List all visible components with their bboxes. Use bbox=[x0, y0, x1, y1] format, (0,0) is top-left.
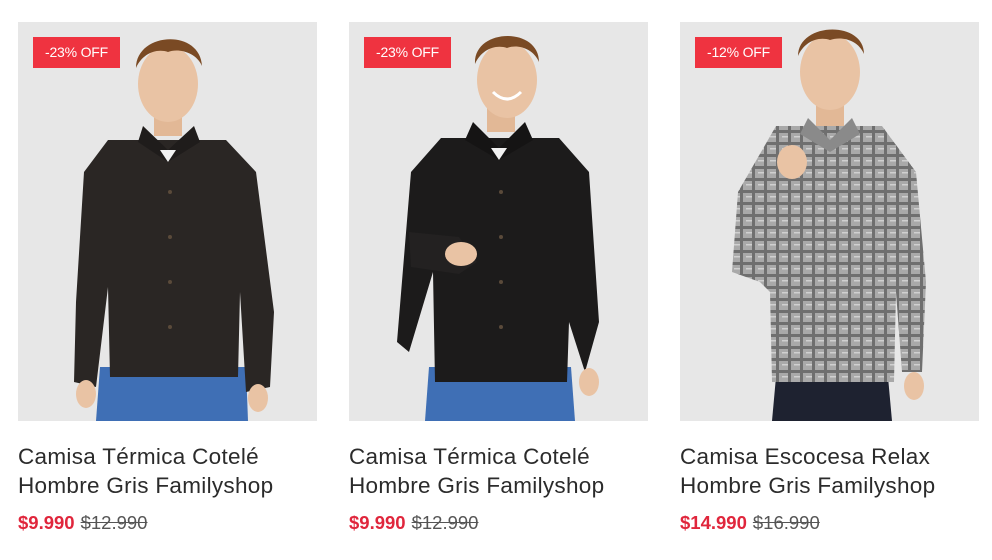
product-image[interactable]: -12% OFF bbox=[680, 22, 979, 421]
product-title-line: Camisa Térmica Cotelé bbox=[349, 444, 590, 469]
product-image[interactable]: -23% OFF bbox=[18, 22, 317, 421]
product-grid: -23% OFF Camisa Térmica Cotelé Hombre Gr… bbox=[18, 22, 980, 552]
product-image[interactable]: -23% OFF bbox=[349, 22, 648, 421]
original-price: $12.990 bbox=[80, 512, 148, 533]
model-photo bbox=[74, 39, 274, 421]
model-photo bbox=[732, 29, 926, 421]
product-title-line: Camisa Térmica Cotelé bbox=[18, 444, 259, 469]
product-card[interactable]: -23% OFF Camisa Térmica Cotelé Hombre Gr… bbox=[349, 22, 648, 552]
product-card[interactable]: -23% OFF Camisa Térmica Cotelé Hombre Gr… bbox=[18, 22, 317, 552]
original-price: $16.990 bbox=[752, 512, 820, 533]
product-title[interactable]: Camisa Térmica Cotelé Hombre Gris Family… bbox=[349, 442, 648, 500]
discount-badge: -12% OFF bbox=[695, 37, 782, 68]
product-title-line: Hombre Gris Familyshop bbox=[18, 473, 274, 498]
product-title[interactable]: Camisa Térmica Cotelé Hombre Gris Family… bbox=[18, 442, 317, 500]
sale-price: $9.990 bbox=[349, 512, 406, 533]
price-group: $9.990 $12.990 bbox=[349, 512, 478, 536]
product-card[interactable]: -12% OFF Camisa Escocesa Relax Hombre Gr… bbox=[680, 22, 979, 552]
product-title-line: Hombre Gris Familyshop bbox=[349, 473, 605, 498]
discount-badge: -23% OFF bbox=[364, 37, 451, 68]
product-title-line: Camisa Escocesa Relax bbox=[680, 444, 931, 469]
product-title[interactable]: Camisa Escocesa Relax Hombre Gris Family… bbox=[680, 442, 979, 500]
discount-badge: -23% OFF bbox=[33, 37, 120, 68]
sale-price: $14.990 bbox=[680, 512, 747, 533]
original-price: $12.990 bbox=[411, 512, 479, 533]
price-group: $14.990 $16.990 bbox=[680, 512, 820, 536]
price-group: $9.990 $12.990 bbox=[18, 512, 147, 536]
product-title-line: Hombre Gris Familyshop bbox=[680, 473, 936, 498]
sale-price: $9.990 bbox=[18, 512, 75, 533]
model-photo bbox=[397, 35, 599, 421]
